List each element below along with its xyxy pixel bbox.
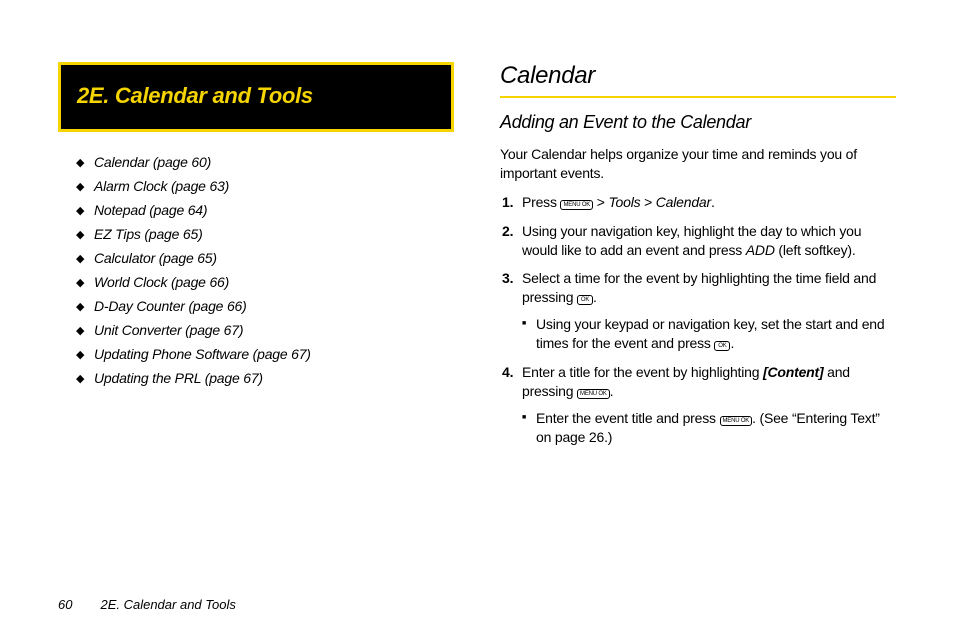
substep-item: Enter the event title and press MENU OK.… [522, 409, 896, 447]
step-text: Enter the event title and press [536, 410, 720, 426]
footer-title: 2E. Calendar and Tools [100, 597, 235, 612]
substep-list: Enter the event title and press MENU OK.… [522, 409, 896, 447]
softkey-add: ADD [746, 242, 775, 258]
list-item: Unit Converter (page 67) [76, 322, 454, 338]
contents-list: Calendar (page 60) Alarm Clock (page 63)… [58, 154, 454, 386]
step-text: > [593, 194, 608, 210]
content-field: [Content] [763, 364, 823, 380]
section-heading: Calendar [500, 62, 896, 90]
step-text: Enter a title for the event by highlight… [522, 364, 763, 380]
steps-list: Press MENU OK > Tools > Calendar. Using … [500, 193, 896, 447]
ok-key-icon: OK [714, 341, 730, 351]
subheading: Adding an Event to the Calendar [500, 112, 896, 133]
chapter-title: 2E. Calendar and Tools [77, 83, 435, 109]
list-item: Calculator (page 65) [76, 250, 454, 266]
right-column: Calendar Adding an Event to the Calendar… [500, 62, 896, 562]
step-text: Select a time for the event by highlight… [522, 270, 876, 305]
step-2: Using your navigation key, highlight the… [500, 222, 896, 260]
ok-key-icon: OK [577, 295, 593, 305]
substep-list: Using your keypad or navigation key, set… [522, 315, 896, 353]
list-item: Updating Phone Software (page 67) [76, 346, 454, 362]
list-item: Alarm Clock (page 63) [76, 178, 454, 194]
step-text: (left softkey). [775, 242, 856, 258]
yellow-rule [500, 96, 896, 98]
menu-ok-key-icon: MENU OK [577, 389, 610, 399]
list-item: D-Day Counter (page 66) [76, 298, 454, 314]
list-item: EZ Tips (page 65) [76, 226, 454, 242]
menu-ok-key-icon: MENU OK [720, 416, 753, 426]
step-1: Press MENU OK > Tools > Calendar. [500, 193, 896, 212]
list-item: Calendar (page 60) [76, 154, 454, 170]
step-text: . [730, 335, 734, 351]
substep-item: Using your keypad or navigation key, set… [522, 315, 896, 353]
step-text: Using your keypad or navigation key, set… [536, 316, 884, 351]
menu-path-tools: Tools [608, 194, 640, 210]
step-text: Press [522, 194, 560, 210]
menu-ok-key-icon: MENU OK [560, 200, 593, 210]
step-text: . [610, 383, 614, 399]
menu-path-calendar: Calendar [656, 194, 711, 210]
list-item: World Clock (page 66) [76, 274, 454, 290]
step-4: Enter a title for the event by highlight… [500, 363, 896, 447]
step-text: . [711, 194, 715, 210]
list-item: Updating the PRL (page 67) [76, 370, 454, 386]
page-footer: 60 2E. Calendar and Tools [58, 597, 236, 612]
list-item: Notepad (page 64) [76, 202, 454, 218]
page-number: 60 [58, 597, 72, 612]
title-box: 2E. Calendar and Tools [58, 62, 454, 132]
intro-text: Your Calendar helps organize your time a… [500, 145, 896, 183]
step-3: Select a time for the event by highlight… [500, 269, 896, 353]
left-column: 2E. Calendar and Tools Calendar (page 60… [58, 62, 454, 562]
step-text: . [593, 289, 597, 305]
step-text: > [640, 194, 655, 210]
